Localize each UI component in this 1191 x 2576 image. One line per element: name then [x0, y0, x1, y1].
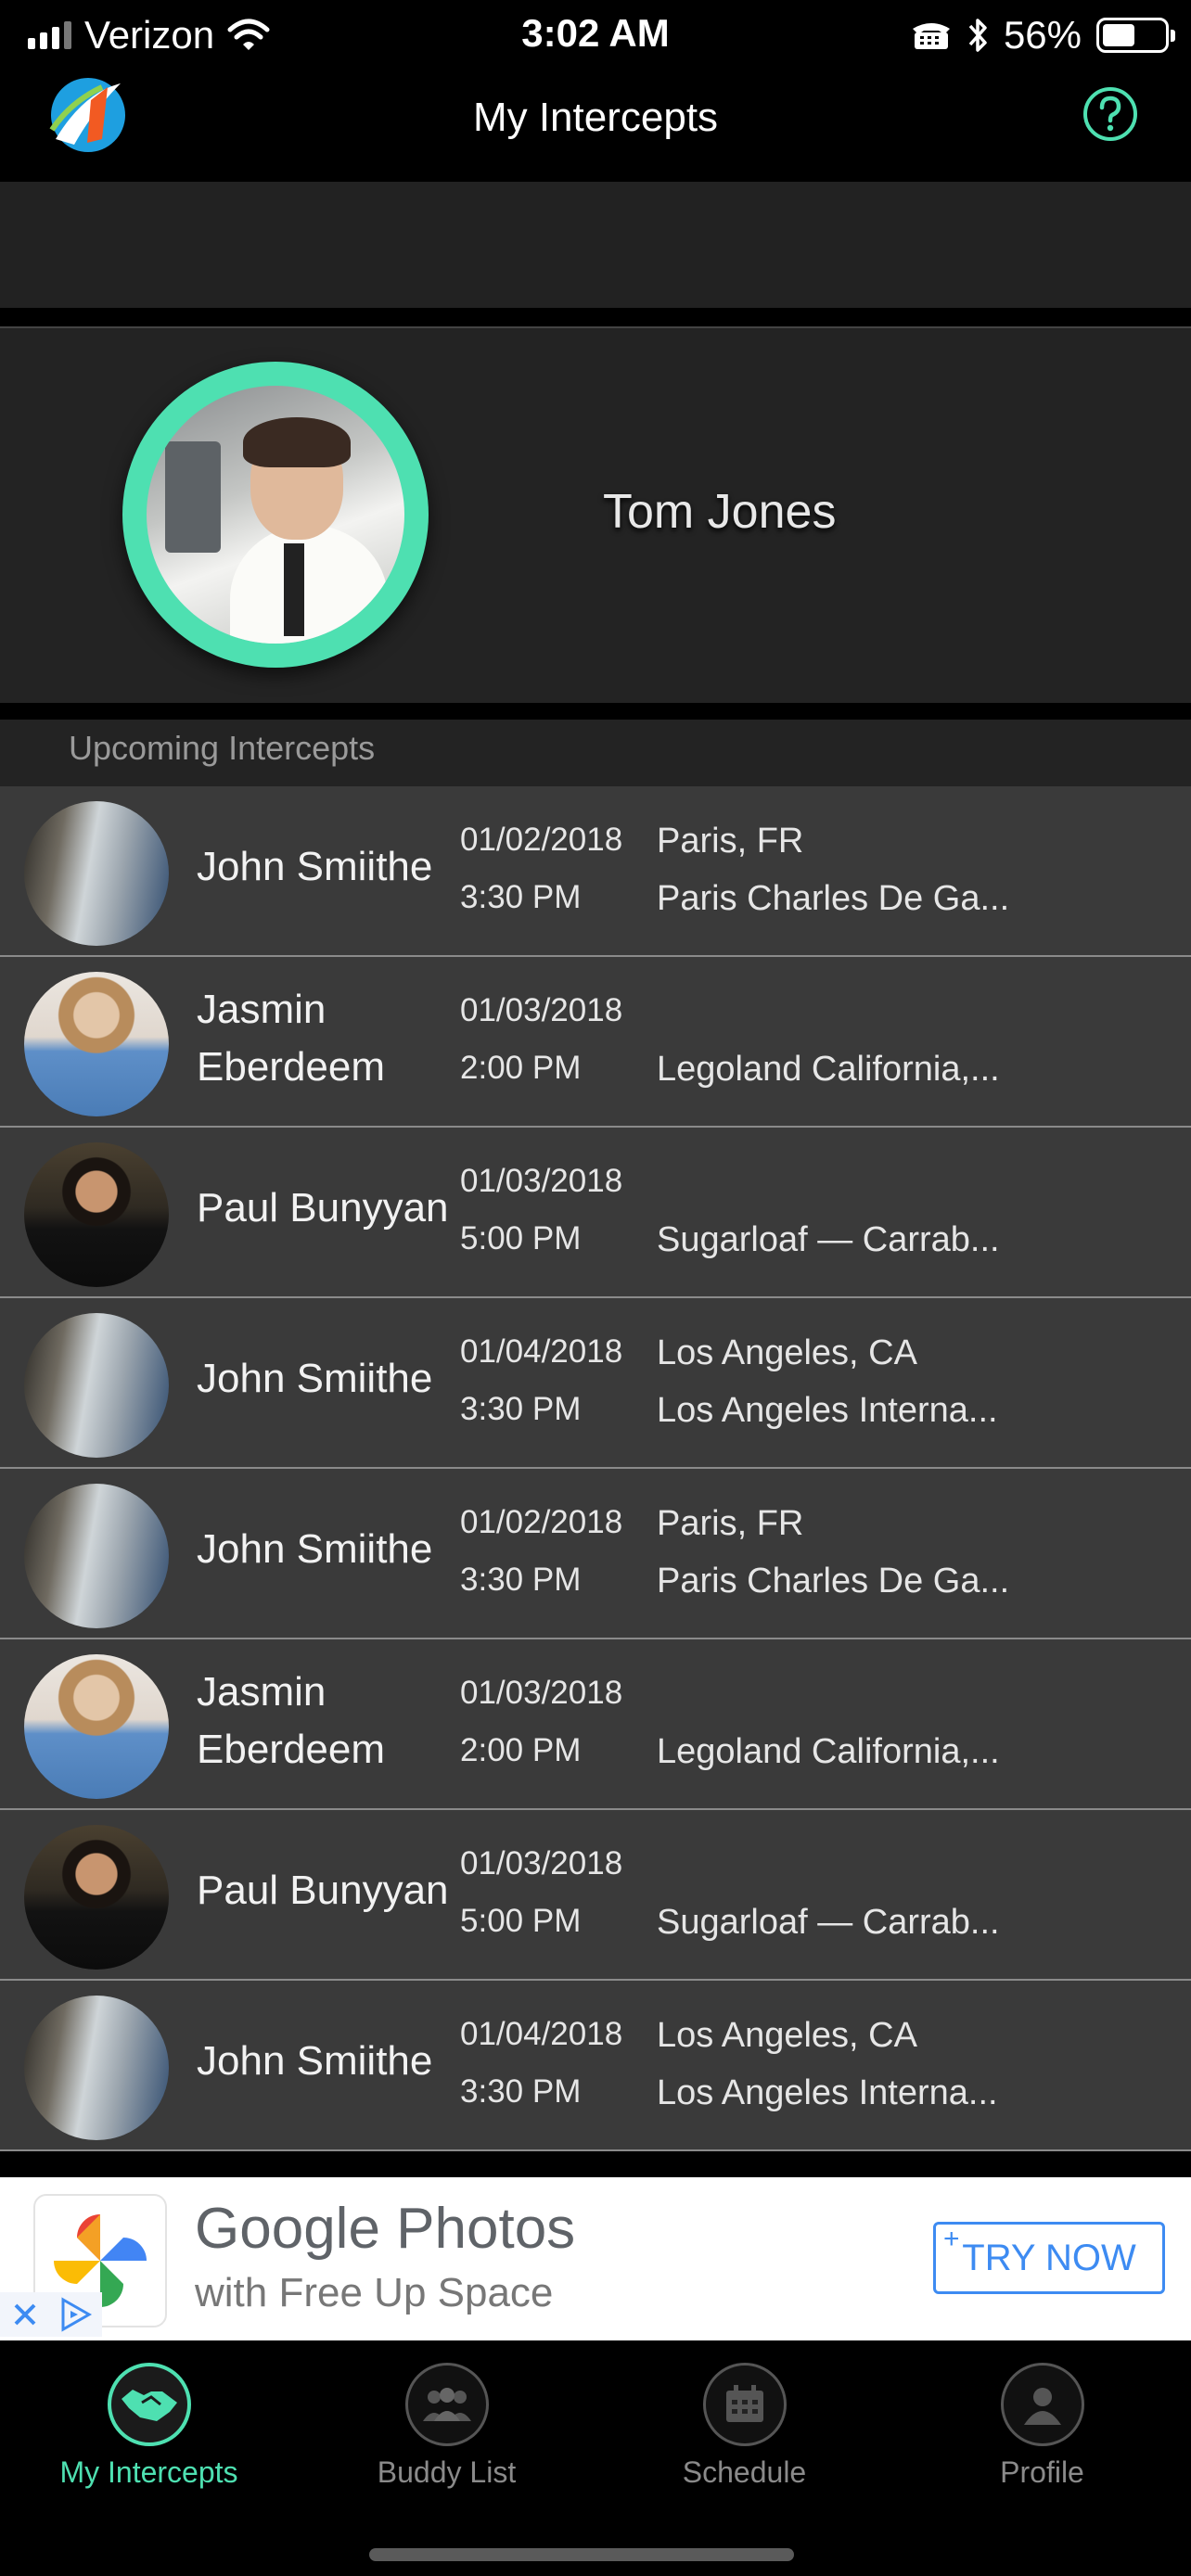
intercept-location: Los Angeles, CA [657, 2016, 917, 2055]
intercept-row[interactable]: John Smiithe 01/02/2018 3:30 PM Paris, F… [0, 1469, 1191, 1639]
intercept-place: Legoland California,... [657, 1732, 1000, 1771]
intercept-row[interactable]: Paul Bunyyan 01/03/2018 5:00 PM Sugarloa… [0, 1128, 1191, 1298]
intercept-time: 2:00 PM [460, 1050, 582, 1086]
intercept-time: 3:30 PM [460, 2073, 582, 2110]
ad-title: Google Photos [195, 2197, 576, 2261]
intercept-date: 01/03/2018 [460, 1675, 623, 1711]
contact-avatar [24, 1142, 169, 1287]
intercept-place: Paris Charles De Ga... [657, 1562, 1010, 1600]
help-icon[interactable] [1082, 85, 1139, 143]
ad-choices-icon[interactable] [58, 2296, 95, 2333]
contact-name: John Smiithe [197, 844, 433, 889]
intercept-row[interactable]: John Smiithe 01/02/2018 3:30 PM Paris, F… [0, 786, 1191, 957]
battery-percentage: 56% [1003, 13, 1082, 57]
intercept-place: Paris Charles De Ga... [657, 879, 1010, 918]
intercept-place: Sugarloaf — Carrab... [657, 1903, 1000, 1942]
intercept-row[interactable]: Paul Bunyyan 01/03/2018 5:00 PM Sugarloa… [0, 1810, 1191, 1981]
try-now-label: TRY NOW [962, 2238, 1136, 2278]
intercept-time: 3:30 PM [460, 879, 582, 915]
contact-avatar [24, 1825, 169, 1970]
tab-label: Schedule [682, 2455, 807, 2489]
contact-name: John Smiithe [197, 1356, 433, 1401]
contact-name: Jasmin Eberdeem [197, 1669, 386, 1772]
close-icon[interactable] [8, 2298, 42, 2331]
handshake-icon [107, 2363, 191, 2446]
intercept-date: 01/02/2018 [460, 1504, 623, 1540]
bluetooth-icon [968, 19, 987, 52]
contact-avatar [24, 1996, 169, 2140]
intercept-place: Sugarloaf — Carrab... [657, 1220, 1000, 1259]
header-banner [0, 182, 1191, 308]
intercept-time: 2:00 PM [460, 1732, 582, 1768]
intercept-date: 01/03/2018 [460, 1163, 623, 1199]
intercept-time: 5:00 PM [460, 1220, 582, 1256]
profile-name: Tom Jones [603, 485, 837, 539]
intercept-date: 01/03/2018 [460, 1845, 623, 1881]
intercept-location: Los Angeles, CA [657, 1333, 917, 1372]
intercept-row[interactable]: Jasmin Eberdeem 01/03/2018 2:00 PM Legol… [0, 1639, 1191, 1810]
contact-avatar [24, 1654, 169, 1799]
intercept-location: Paris, FR [657, 1504, 804, 1543]
app-screen: Verizon 3:02 AM 56% My Intercepts Tom Jo… [0, 0, 1191, 2576]
intercept-date: 01/04/2018 [460, 2016, 623, 2052]
section-title: Upcoming Intercepts [69, 729, 376, 767]
intercept-time: 3:30 PM [460, 1391, 582, 1427]
ad-banner[interactable]: Google Photos with Free Up Space + TRY N… [0, 2177, 1191, 2340]
intercept-row[interactable]: John Smiithe 01/04/2018 3:30 PM Los Ange… [0, 1298, 1191, 1469]
profile-photo [147, 386, 404, 644]
intercept-place: Los Angeles Interna... [657, 1391, 998, 1430]
intercept-date: 01/04/2018 [460, 1333, 623, 1370]
page-title: My Intercepts [472, 95, 719, 140]
ad-choices[interactable] [0, 2292, 102, 2337]
contact-name: Paul Bunyyan [197, 1868, 449, 1913]
tab-bar: My Intercepts Buddy List Schedule Profil… [0, 2344, 1191, 2576]
status-right: 56% [911, 13, 1175, 57]
intercept-place: Los Angeles Interna... [657, 2073, 998, 2112]
status-bar: Verizon 3:02 AM 56% [0, 0, 1191, 74]
tty-icon [912, 23, 950, 49]
contact-avatar [24, 801, 169, 946]
intercept-place: Legoland California,... [657, 1050, 1000, 1089]
contact-avatar [24, 1313, 169, 1458]
intercept-location: Paris, FR [657, 822, 804, 861]
profile-avatar[interactable] [122, 362, 429, 668]
intercept-list: John Smiithe 01/02/2018 3:30 PM Paris, F… [0, 786, 1191, 2151]
tab-label: Buddy List [377, 2455, 517, 2489]
group-icon [404, 2363, 489, 2446]
ad-subtitle: with Free Up Space [195, 2270, 554, 2315]
person-icon [1000, 2363, 1084, 2446]
tab-my-intercepts[interactable]: My Intercepts [0, 2363, 298, 2490]
contact-name: John Smiithe [197, 1526, 433, 1572]
intercept-time: 5:00 PM [460, 1903, 582, 1939]
try-now-button[interactable]: + TRY NOW [933, 2222, 1165, 2294]
intercept-row[interactable]: John Smiithe 01/04/2018 3:30 PM Los Ange… [0, 1981, 1191, 2151]
section-header: Upcoming Intercepts [0, 720, 1191, 786]
intercept-date: 01/02/2018 [460, 822, 623, 858]
navigation-bar: My Intercepts [0, 74, 1191, 182]
tab-profile[interactable]: Profile [893, 2363, 1191, 2490]
tab-label: My Intercepts [59, 2455, 238, 2489]
battery-icon [1096, 18, 1175, 53]
tab-schedule[interactable]: Schedule [596, 2363, 893, 2490]
tab-buddy-list[interactable]: Buddy List [298, 2363, 596, 2490]
tab-label: Profile [1000, 2455, 1084, 2489]
contact-name: Jasmin Eberdeem [197, 987, 386, 1090]
contact-avatar [24, 972, 169, 1116]
contact-name: Paul Bunyyan [197, 1185, 449, 1231]
intercept-time: 3:30 PM [460, 1562, 582, 1598]
calendar-icon [702, 2363, 787, 2446]
intercept-row[interactable]: Jasmin Eberdeem 01/03/2018 2:00 PM Legol… [0, 957, 1191, 1128]
profile-card[interactable]: Tom Jones [0, 326, 1191, 703]
home-indicator[interactable] [369, 2548, 794, 2561]
plus-icon: + [943, 2224, 960, 2254]
intercept-date: 01/03/2018 [460, 992, 623, 1028]
contact-name: John Smiithe [197, 2038, 433, 2084]
contact-avatar [24, 1484, 169, 1628]
